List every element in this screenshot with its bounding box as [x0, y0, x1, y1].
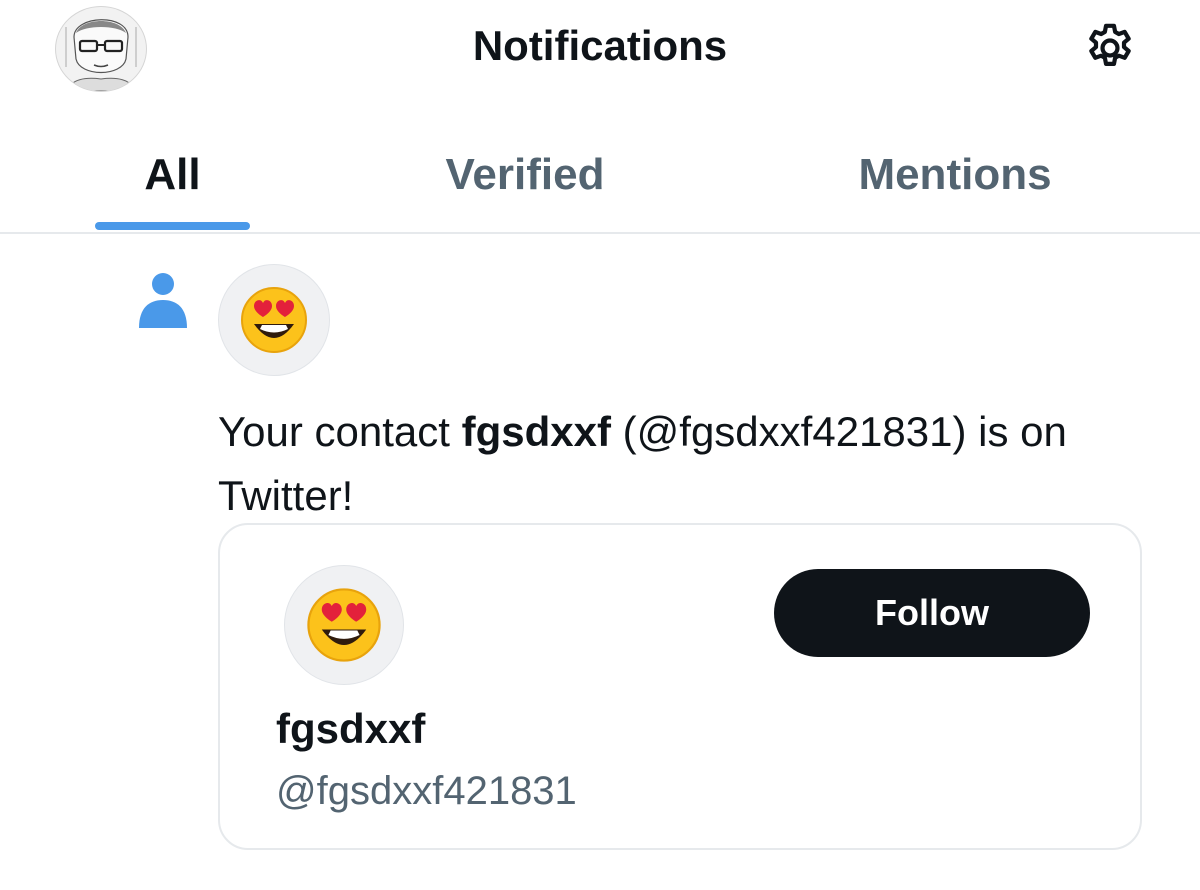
top-bar: Notifications — [0, 0, 1200, 110]
tab-verified[interactable]: Verified — [390, 120, 660, 230]
card-avatar[interactable] — [284, 565, 404, 685]
follow-button[interactable]: Follow — [774, 569, 1090, 657]
card-handle: @fgsdxxf421831 — [276, 769, 577, 813]
notification-text-prefix: Your contact — [218, 408, 462, 455]
person-icon — [139, 273, 187, 328]
notification-text: Your contact fgsdxxf (@fgsdxxf421831) is… — [218, 400, 1138, 528]
contact-avatar[interactable] — [218, 264, 330, 376]
notification-tabs: All Verified Mentions — [0, 120, 1200, 234]
gear-icon — [1089, 23, 1131, 66]
contact-name[interactable]: fgsdxxf — [462, 408, 611, 455]
heart-eyes-emoji-icon — [241, 287, 307, 353]
page-title: Notifications — [472, 22, 728, 69]
notification-item[interactable]: Your contact fgsdxxf (@fgsdxxf421831) is… — [0, 234, 1200, 888]
card-display-name[interactable]: fgsdxxf — [276, 705, 425, 753]
heart-eyes-emoji-icon — [307, 588, 381, 662]
active-tab-indicator — [95, 222, 250, 230]
settings-button[interactable] — [1080, 20, 1140, 76]
tab-all[interactable]: All — [95, 120, 250, 230]
user-card[interactable]: Follow fgsdxxf @fgsdxxf421831 — [218, 523, 1142, 850]
tab-mentions[interactable]: Mentions — [800, 120, 1110, 230]
